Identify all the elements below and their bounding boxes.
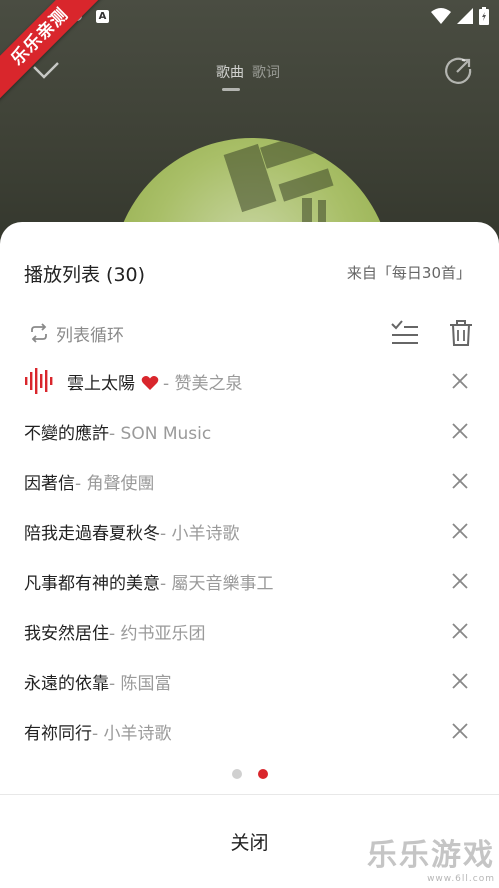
repeat-icon[interactable]	[28, 322, 50, 344]
page-dot[interactable]	[231, 769, 242, 779]
list-item[interactable]: 有祢同行- 小羊诗歌	[0, 706, 499, 756]
close-icon[interactable]	[451, 672, 469, 690]
song-artist: - 屬天音樂事工	[160, 574, 274, 594]
list-item[interactable]: 永遠的依靠- 陈国富	[0, 656, 499, 706]
battery-icon	[479, 7, 489, 25]
song-title: 雲上太陽	[67, 374, 135, 394]
song-title: 永遠的依靠	[24, 674, 109, 694]
song-artist: - 约书亚乐团	[109, 624, 206, 644]
heart-icon[interactable]	[141, 375, 159, 391]
page-indicator	[0, 769, 499, 781]
song-artist: - 赞美之泉	[163, 374, 243, 394]
playlist-title: 播放列表 (30)	[24, 264, 146, 286]
close-icon[interactable]	[451, 622, 469, 640]
page-dot-active[interactable]	[257, 769, 268, 779]
close-icon[interactable]	[451, 522, 469, 540]
watermark-logo-text: 乐乐游戏	[367, 838, 495, 873]
song-title: 因著信	[24, 474, 75, 494]
player-tabs: 歌曲 歌词	[216, 62, 280, 91]
playlist-sheet: 播放列表 (30) 来自「每日30首」 列表循环 雲上太陽 - 赞美之泉 不變的…	[0, 222, 499, 888]
song-title: 凡事都有神的美意	[24, 574, 160, 594]
list-item[interactable]: 陪我走過春夏秋冬- 小羊诗歌	[0, 506, 499, 556]
song-title: 陪我走過春夏秋冬	[24, 524, 160, 544]
song-artist: - SON Music	[109, 424, 212, 444]
song-list: 雲上太陽 - 赞美之泉 不變的應許- SON Music 因著信- 角聲使團 陪我…	[0, 356, 499, 756]
signal-icon	[457, 8, 473, 24]
close-icon[interactable]	[451, 472, 469, 490]
song-artist: - 小羊诗歌	[160, 524, 240, 544]
status-a-icon: A	[96, 10, 109, 23]
share-icon[interactable]	[443, 56, 473, 86]
close-icon[interactable]	[451, 372, 469, 390]
play-mode-row[interactable]: 列表循环	[24, 318, 475, 348]
song-artist: - 陈国富	[109, 674, 172, 694]
multi-select-icon[interactable]	[390, 318, 420, 348]
list-item[interactable]: 雲上太陽 - 赞美之泉	[0, 356, 499, 406]
song-title: 我安然居住	[24, 624, 109, 644]
watermark-url: www.6ll.com	[427, 874, 495, 884]
list-item[interactable]: 我安然居住- 约书亚乐团	[0, 606, 499, 656]
close-icon[interactable]	[451, 422, 469, 440]
playlist-source[interactable]: 来自「每日30首」	[347, 262, 471, 283]
close-icon[interactable]	[451, 722, 469, 740]
watermark: 乐乐游戏 www.6ll.com	[367, 830, 495, 884]
close-icon[interactable]	[451, 572, 469, 590]
play-mode-label[interactable]: 列表循环	[56, 321, 124, 346]
close-button-label: 关闭	[230, 832, 269, 854]
trash-icon[interactable]	[448, 318, 474, 348]
player-background: A 歌曲 歌词	[0, 0, 499, 260]
song-artist: - 角聲使團	[75, 474, 155, 494]
list-item[interactable]: 因著信- 角聲使團	[0, 456, 499, 506]
wifi-icon	[431, 8, 451, 24]
list-item[interactable]: 不變的應許- SON Music	[0, 406, 499, 456]
list-item[interactable]: 凡事都有神的美意- 屬天音樂事工	[0, 556, 499, 606]
song-title: 有祢同行	[24, 724, 92, 744]
tab-song[interactable]: 歌曲	[216, 62, 244, 91]
song-artist: - 小羊诗歌	[92, 724, 172, 744]
tab-lyrics[interactable]: 歌词	[252, 62, 280, 82]
equalizer-icon	[25, 368, 53, 394]
song-title: 不變的應許	[24, 424, 109, 444]
